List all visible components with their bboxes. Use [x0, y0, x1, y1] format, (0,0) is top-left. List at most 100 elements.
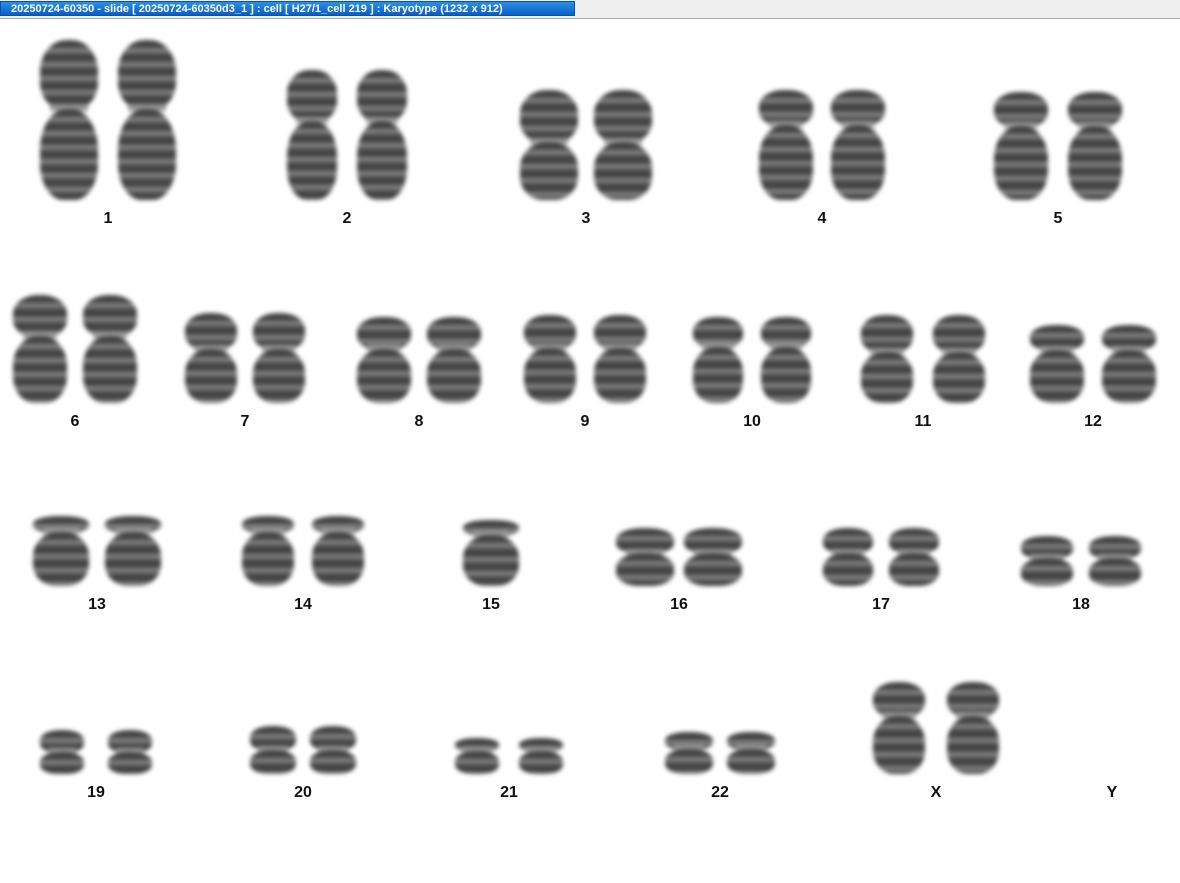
chromosome-12-2[interactable] — [1102, 325, 1156, 403]
chromosome-pair-x[interactable] — [873, 682, 999, 774]
chromosome-3-1[interactable] — [520, 90, 578, 200]
chromosome-19-1[interactable] — [40, 730, 84, 774]
chromosome-q-arm — [933, 352, 985, 403]
chromosome-14-1[interactable] — [242, 516, 294, 586]
chromosome-q-arm — [665, 749, 713, 774]
chromosome-21-1[interactable] — [455, 738, 499, 774]
chromosome-pair-10[interactable] — [693, 317, 811, 403]
chromosome-pair-17[interactable] — [823, 528, 939, 586]
chromosome-9-1[interactable] — [524, 315, 576, 403]
chromosome-label-10: 10 — [743, 413, 761, 430]
chromosome-pair-12[interactable] — [1030, 325, 1156, 403]
chromosome-q-arm — [33, 532, 89, 586]
chromosome-pair-14[interactable] — [242, 516, 364, 586]
chromosome-18-2[interactable] — [1089, 536, 1141, 586]
chromosome-14-2[interactable] — [312, 516, 364, 586]
chromosome-pair-7[interactable] — [185, 313, 305, 403]
chromosome-pair-21[interactable] — [455, 738, 563, 774]
chromosome-19-2[interactable] — [108, 730, 152, 774]
chromosome-15-1[interactable] — [463, 520, 519, 586]
chromosome-q-arm — [1089, 558, 1141, 586]
chromosome-q-arm — [105, 532, 161, 586]
chromosome-p-arm — [40, 40, 98, 110]
chromosome-label-8: 8 — [414, 413, 424, 430]
chromosome-label-17: 17 — [872, 596, 890, 613]
chromosome-pair-16[interactable] — [616, 528, 742, 586]
chromosome-pair-18[interactable] — [1021, 536, 1141, 586]
chromosome-pair-9[interactable] — [524, 315, 646, 403]
chromosome-p-arm — [13, 295, 67, 337]
chromosome-q-arm — [594, 348, 646, 403]
chromosome-q-arm — [1068, 126, 1122, 200]
chromosome-7-1[interactable] — [185, 313, 237, 403]
chromosome-20-1[interactable] — [250, 726, 296, 774]
chromosome-label-11: 11 — [914, 413, 932, 430]
chromosome-q-arm — [310, 750, 356, 774]
chromosome-17-2[interactable] — [889, 528, 939, 586]
chromosome-5-1[interactable] — [994, 92, 1048, 200]
chromosome-q-arm — [427, 349, 481, 403]
chromosome-pair-5[interactable] — [994, 92, 1122, 200]
chromosome-10-2[interactable] — [761, 317, 811, 403]
chromosome-label-9: 9 — [580, 413, 590, 430]
chromosome-11-2[interactable] — [933, 315, 985, 403]
chromosome-pair-4[interactable] — [759, 90, 885, 200]
chromosome-label-5: 5 — [1053, 210, 1063, 227]
chromosome-p-arm — [520, 90, 578, 143]
chromosome-17-1[interactable] — [823, 528, 873, 586]
chromosome-22-2[interactable] — [727, 732, 775, 774]
chromosome-q-arm — [357, 121, 407, 200]
chromosome-pair-11[interactable] — [861, 315, 985, 403]
chromosome-q-arm — [761, 347, 811, 403]
chromosome-pair-22[interactable] — [665, 732, 775, 774]
chromosome-4-1[interactable] — [759, 90, 813, 200]
chromosome-pair-15[interactable] — [463, 520, 519, 586]
chromosome-label-4: 4 — [817, 210, 827, 227]
chromosome-q-arm — [312, 532, 364, 586]
chromosome-10-1[interactable] — [693, 317, 743, 403]
chromosome-label-7: 7 — [240, 413, 250, 430]
chromosome-1-1[interactable] — [40, 40, 98, 200]
chromosome-22-1[interactable] — [665, 732, 713, 774]
chromosome-q-arm — [357, 349, 411, 403]
chromosome-pair-20[interactable] — [250, 726, 356, 774]
chromosome-pair-3[interactable] — [520, 90, 652, 200]
chromosome-5-2[interactable] — [1068, 92, 1122, 200]
chromosome-q-arm — [520, 142, 578, 200]
chromosome-pair-2[interactable] — [287, 70, 407, 200]
chromosome-1-2[interactable] — [118, 40, 176, 200]
chromosome-12-1[interactable] — [1030, 325, 1084, 403]
chromosome-11-1[interactable] — [861, 315, 913, 403]
chromosome-q-arm — [519, 751, 563, 774]
chromosome-13-1[interactable] — [33, 516, 89, 586]
chromosome-9-2[interactable] — [594, 315, 646, 403]
chromosome-21-2[interactable] — [519, 738, 563, 774]
chromosome-4-2[interactable] — [831, 90, 885, 200]
chromosome-q-arm — [455, 751, 499, 774]
chromosome-q-arm — [108, 752, 152, 774]
chromosome-6-1[interactable] — [13, 295, 67, 403]
chromosome-x-1[interactable] — [873, 682, 925, 774]
chromosome-8-1[interactable] — [357, 317, 411, 403]
chromosome-8-2[interactable] — [427, 317, 481, 403]
chromosome-16-2[interactable] — [684, 528, 742, 586]
chromosome-3-2[interactable] — [594, 90, 652, 200]
chromosome-2-1[interactable] — [287, 70, 337, 200]
chromosome-6-2[interactable] — [83, 295, 137, 403]
chromosome-q-arm — [616, 553, 674, 586]
chromosome-16-1[interactable] — [616, 528, 674, 586]
chromosome-x-2[interactable] — [947, 682, 999, 774]
chromosome-20-2[interactable] — [310, 726, 356, 774]
chromosome-pair-13[interactable] — [33, 516, 161, 586]
chromosome-2-2[interactable] — [357, 70, 407, 200]
window-title-tab[interactable]: 20250724-60350 - slide [ 20250724-60350d… — [0, 1, 575, 16]
chromosome-pair-8[interactable] — [357, 317, 481, 403]
chromosome-pair-1[interactable] — [40, 40, 176, 200]
chromosome-pair-19[interactable] — [40, 730, 152, 774]
chromosome-18-1[interactable] — [1021, 536, 1073, 586]
chromosome-pair-6[interactable] — [13, 295, 137, 403]
chromosome-13-2[interactable] — [105, 516, 161, 586]
chromosome-q-arm — [684, 553, 742, 586]
chromosome-q-arm — [83, 336, 137, 403]
chromosome-7-2[interactable] — [253, 313, 305, 403]
